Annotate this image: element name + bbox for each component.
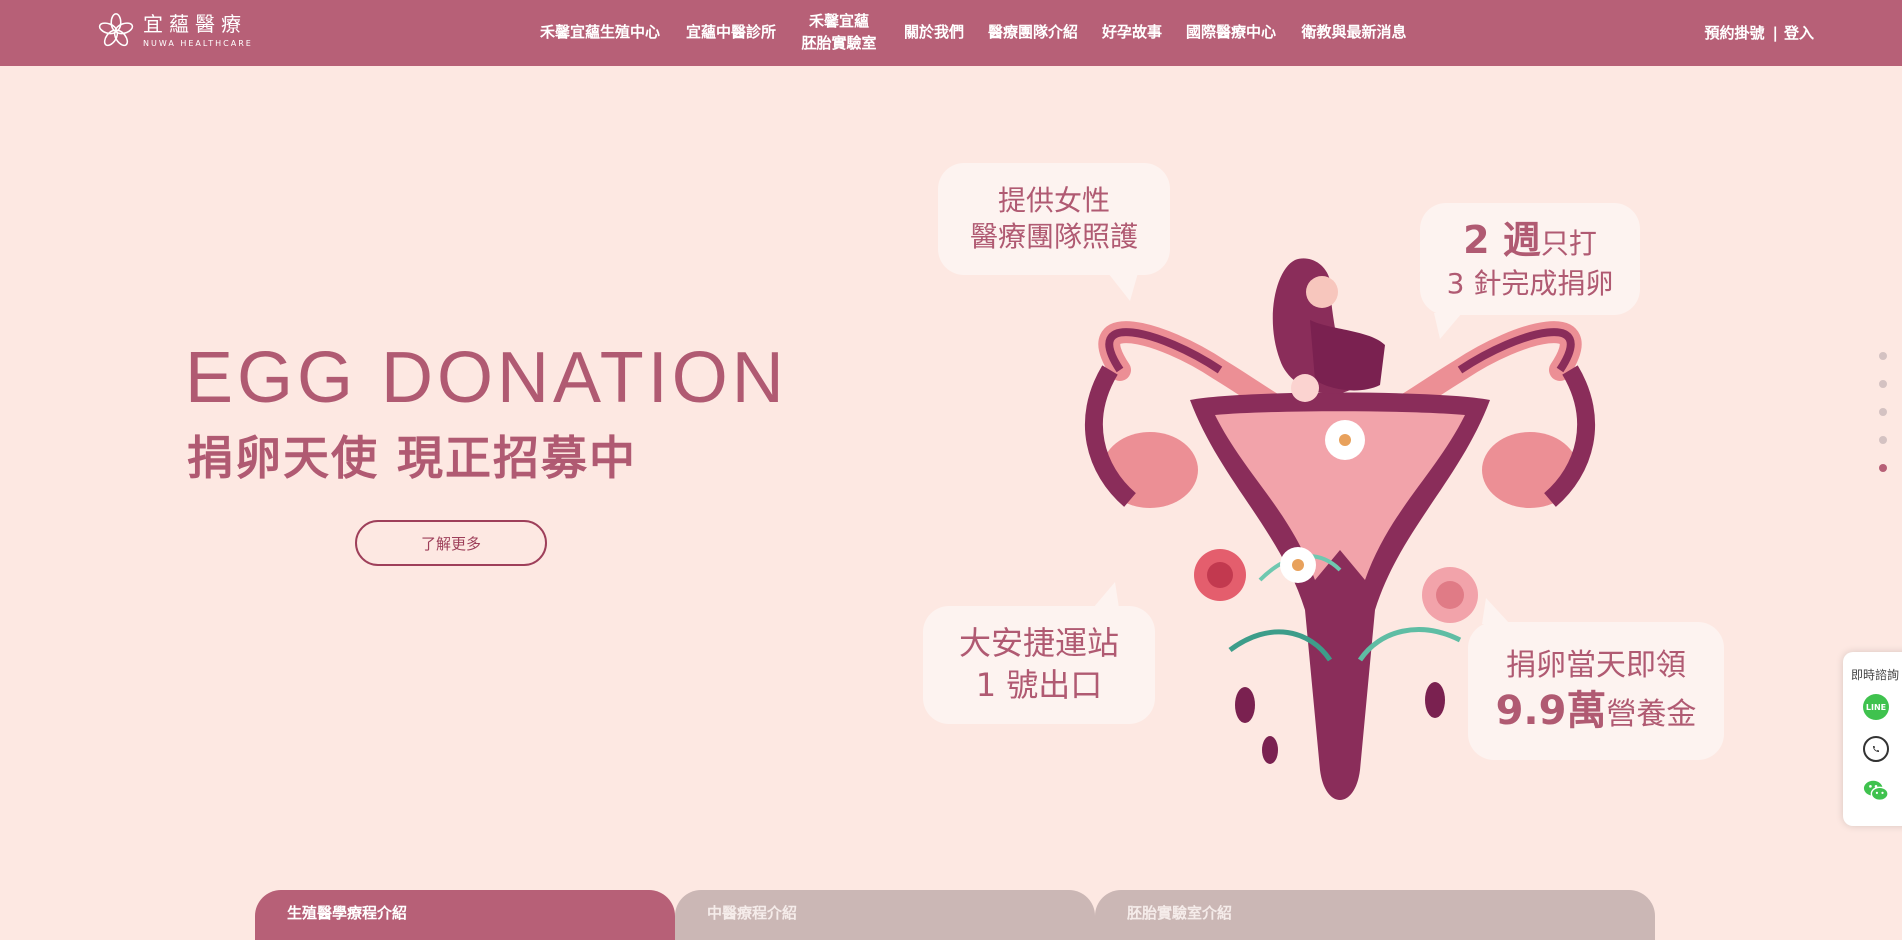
feature-bubble-two-weeks: 2 週只打 3 針完成捐卵 <box>1420 203 1640 339</box>
whatsapp-glyph-icon <box>1873 746 1879 752</box>
brand-logo[interactable]: 宜蘊醫療 NUWA HEALTHCARE <box>97 12 253 50</box>
auth-separator: | <box>1772 24 1778 42</box>
tab-embryo-lab[interactable]: 胚胎實驗室介紹 <box>1095 890 1655 940</box>
brand-name-en: NUWA HEALTHCARE <box>143 39 253 48</box>
wechat-icon[interactable] <box>1863 778 1889 804</box>
nav-item-embryo-lab-line2: 胚胎實驗室 <box>801 34 877 52</box>
learn-more-button[interactable]: 了解更多 <box>355 520 547 566</box>
bubble1-line1: 提供女性 <box>997 183 1110 217</box>
nav-item-embryo-lab-line1: 禾馨宜蘊 <box>808 12 869 31</box>
pager-dot-5-active[interactable] <box>1879 464 1887 472</box>
nav-item-about[interactable]: 關於我們 <box>900 0 968 66</box>
tab-tcm-treatment[interactable]: 中醫療程介紹 <box>675 890 1095 940</box>
top-navigation-bar: 宜蘊醫療 NUWA HEALTHCARE 禾馨宜蘊生殖中心 宜蘊中醫診所 禾馨宜… <box>0 0 1902 66</box>
whatsapp-icon[interactable] <box>1863 736 1889 762</box>
feature-bubble-nutrition-fee: 捐卵當天即領 9.9萬營養金 <box>1468 598 1724 760</box>
bubble2-line2: 3 針完成捐卵 <box>1446 266 1614 300</box>
nav-item-reproductive-center[interactable]: 禾馨宜蘊生殖中心 <box>534 0 666 66</box>
feature-bubble-female-team: 提供女性 醫療團隊照護 <box>938 163 1170 301</box>
nav-item-stories[interactable]: 好孕故事 <box>1098 0 1166 66</box>
line-icon[interactable]: LINE <box>1863 694 1889 720</box>
bubble2-number: 2 週 <box>1463 218 1541 263</box>
feature-bubble-location: 大安捷運站 1 號出口 <box>923 582 1155 724</box>
nav-item-embryo-lab[interactable]: 禾馨宜蘊 胚胎實驗室 <box>796 0 882 66</box>
bubble2-rest: 只打 <box>1540 227 1597 261</box>
nav-item-medical-team[interactable]: 醫療團隊介紹 <box>983 0 1083 66</box>
bubble4-amount: 9.9萬 <box>1495 687 1607 734</box>
hero-title: EGG DONATION <box>185 338 785 412</box>
consult-label: 即時諮詢 <box>1851 668 1900 682</box>
bubble4-rest: 營養金 <box>1606 696 1697 732</box>
bubble4-line1: 捐卵當天即領 <box>1506 647 1686 683</box>
hero-subtitle: 捐卵天使 現正招募中 <box>187 431 638 485</box>
hero-title-text: EGG DONATION <box>185 338 785 412</box>
pager-dot-2[interactable] <box>1879 380 1887 388</box>
pager-dot-3[interactable] <box>1879 408 1887 416</box>
bubble3-line2: 1 號出口 <box>975 666 1103 704</box>
nav-item-international[interactable]: 國際醫療中心 <box>1181 0 1281 66</box>
brand-name-cn: 宜蘊醫療 <box>143 12 247 36</box>
instant-consult-widget: 即時諮詢 LINE <box>1843 652 1902 826</box>
wechat-glyph-icon <box>1863 780 1889 801</box>
tab-reproductive-treatment[interactable]: 生殖醫學療程介紹 <box>255 890 675 940</box>
auth-links: 預約掛號 | 登入 <box>1704 22 1814 43</box>
nav-item-tcm-clinic[interactable]: 宜蘊中醫診所 <box>681 0 781 66</box>
booking-link[interactable]: 預約掛號 <box>1704 24 1764 42</box>
flower-logo-icon <box>98 13 134 47</box>
nav-item-news[interactable]: 衛教與最新消息 <box>1296 0 1412 66</box>
bubble1-line2: 醫療團隊照護 <box>969 220 1138 253</box>
pager-dot-1[interactable] <box>1879 352 1887 360</box>
pager-dot-4[interactable] <box>1879 436 1887 444</box>
bubble3-line1: 大安捷運站 <box>958 624 1119 663</box>
login-link[interactable]: 登入 <box>1784 24 1814 42</box>
slide-pager <box>1879 352 1887 492</box>
